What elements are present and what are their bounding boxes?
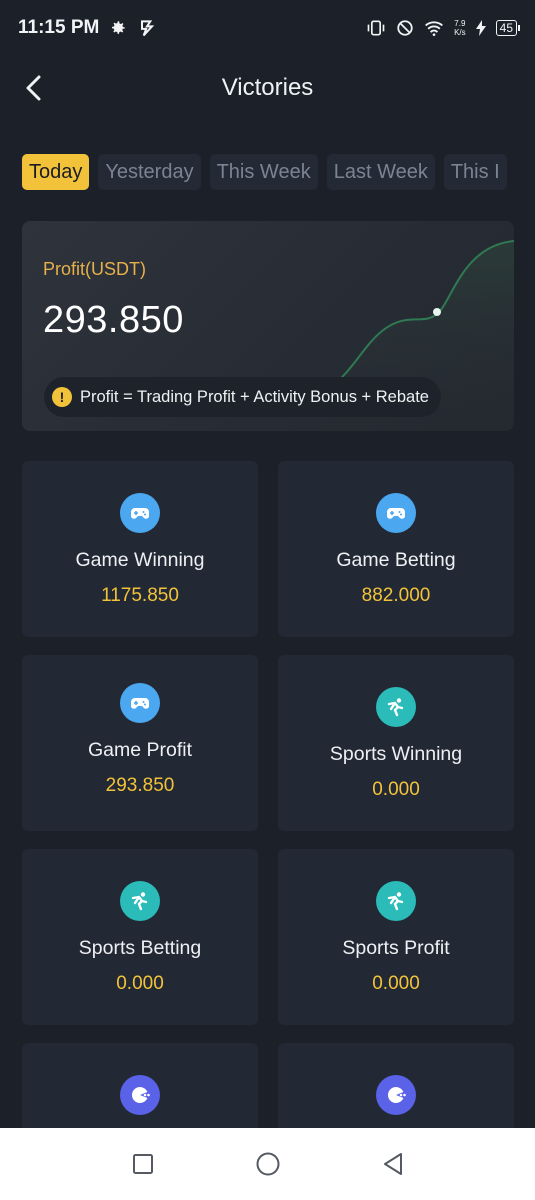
tab-this-month[interactable]: This I: [443, 154, 507, 190]
tile-value: 0.000: [372, 779, 420, 800]
tile-game-profit[interactable]: Game Profit 293.850: [22, 655, 258, 831]
tile-sports-winning[interactable]: Sports Winning 0.000: [278, 655, 514, 831]
gamepad-icon: [376, 493, 416, 533]
tile-label: Game Profit: [87, 739, 193, 761]
profit-card: Profit(USDT) 293.850 ! Profit = Trading …: [22, 221, 514, 431]
sports-icon: [376, 687, 416, 727]
vibrate-icon: [367, 20, 385, 36]
pacman-icon: [120, 1075, 160, 1115]
charging-icon: [475, 20, 486, 36]
profit-value: 293.850: [43, 299, 184, 341]
tile-label: Sports Betting: [78, 937, 202, 959]
tile-value: 0.000: [372, 973, 420, 994]
page-title: Victories: [221, 74, 314, 101]
recent-apps-button[interactable]: [128, 1149, 158, 1179]
tile-label: Sports Winning: [329, 743, 463, 765]
tile-game-winning[interactable]: Game Winning 1175.850: [22, 461, 258, 637]
net-speed-value: 7.9: [454, 19, 466, 28]
app-notification-icon: [141, 20, 155, 37]
system-nav-bar: [0, 1128, 535, 1200]
tile-game-betting[interactable]: Game Betting 882.000: [278, 461, 514, 637]
tile-label: Sports Profit: [342, 937, 450, 959]
circle-icon: [256, 1152, 279, 1176]
status-left: 11:15 PM: [18, 17, 157, 39]
profit-formula: ! Profit = Trading Profit + Activity Bon…: [44, 377, 441, 417]
tile-value: 1175.850: [101, 585, 179, 606]
net-speed-unit: K/s: [454, 28, 466, 37]
tile-label: Game Betting: [336, 549, 456, 571]
net-speed: 7.9 K/s: [454, 19, 466, 37]
system-back-button[interactable]: [378, 1149, 408, 1179]
tile-sports-profit[interactable]: Sports Profit 0.000: [278, 849, 514, 1025]
wifi-icon: [425, 21, 444, 36]
tab-last-week[interactable]: Last Week: [326, 154, 435, 190]
header: Victories: [0, 58, 535, 118]
sports-icon: [376, 881, 416, 921]
status-time: 11:15 PM: [18, 17, 100, 38]
tab-yesterday[interactable]: Yesterday: [98, 154, 201, 190]
home-button[interactable]: [253, 1149, 283, 1179]
profit-label: Profit(USDT): [43, 259, 146, 279]
square-icon: [132, 1154, 153, 1174]
tile-label: Game Winning: [75, 549, 205, 571]
info-icon: !: [52, 387, 72, 407]
battery-indicator: 45: [495, 20, 521, 36]
tile-value: 0.000: [116, 973, 164, 994]
tile-value: 882.000: [361, 585, 431, 606]
do-not-disturb-icon: [397, 20, 413, 36]
profit-formula-text: Profit = Trading Profit + Activity Bonus…: [80, 387, 429, 406]
pacman-icon: [376, 1075, 416, 1115]
status-bar: 11:15 PM 7.9 K/s 45: [0, 0, 535, 56]
tile-sports-betting[interactable]: Sports Betting 0.000: [22, 849, 258, 1025]
tab-today[interactable]: Today: [22, 154, 90, 190]
triangle-back-icon: [383, 1153, 402, 1175]
gamepad-icon: [120, 493, 160, 533]
tile-partial-right[interactable]: [278, 1043, 514, 1133]
gear-icon: [112, 21, 126, 34]
gamepad-icon: [120, 683, 160, 723]
tile-value: 293.850: [105, 775, 175, 796]
trend-point: [433, 308, 441, 316]
period-tabs: Today Yesterday This Week Last Week This I: [22, 154, 535, 192]
status-right: 7.9 K/s 45: [366, 19, 521, 37]
sports-icon: [120, 881, 160, 921]
tab-this-week[interactable]: This Week: [209, 154, 318, 190]
tile-partial-left[interactable]: [22, 1043, 258, 1133]
